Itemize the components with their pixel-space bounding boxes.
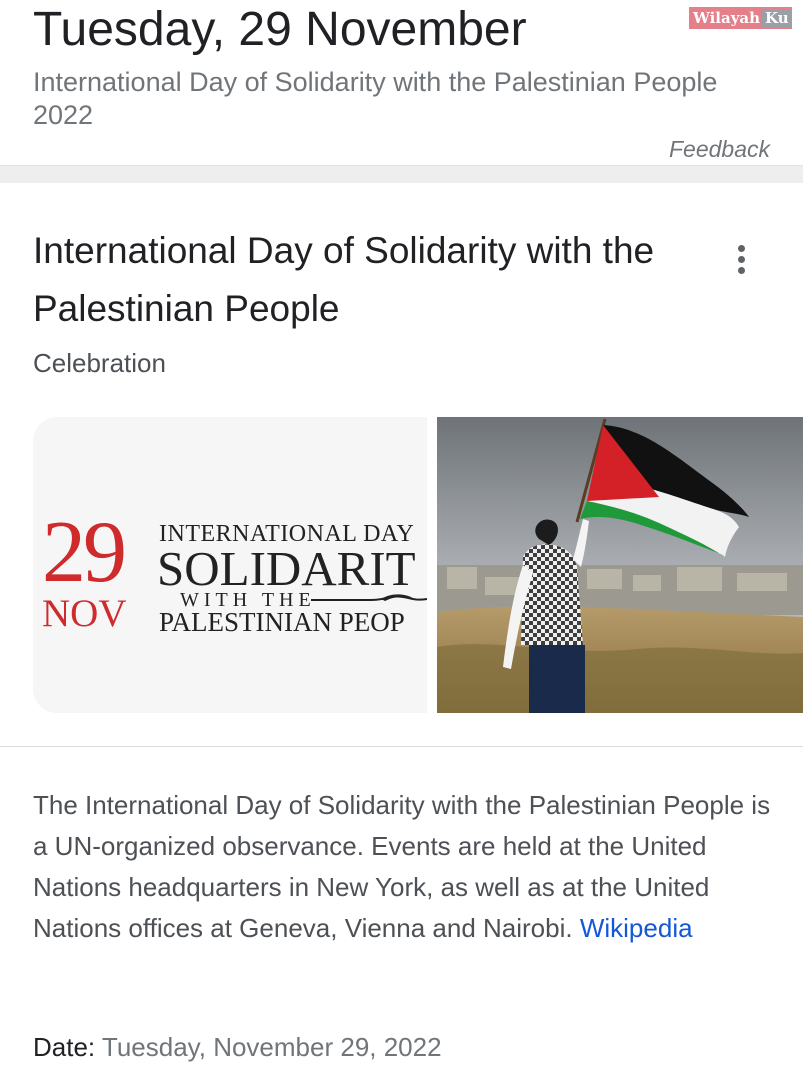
watermark-text-a: Wilayah	[693, 9, 761, 27]
poster-line-4: PALESTINIAN PEOP	[159, 607, 405, 637]
poster-line-2: SOLIDARIT	[157, 541, 416, 596]
feedback-link[interactable]: Feedback	[669, 134, 770, 164]
flag-photo-image[interactable]	[437, 417, 803, 713]
date-row: Date: Tuesday, November 29, 2022	[33, 1028, 442, 1066]
observance-name: International Day of Solidarity with the…	[33, 67, 718, 130]
more-vert-icon	[738, 245, 745, 252]
poster-month: NOV	[42, 592, 127, 635]
content-divider	[0, 746, 803, 747]
description-text: The International Day of Solidarity with…	[33, 785, 773, 949]
card-subtitle: Celebration	[33, 348, 166, 378]
poster-image[interactable]: 29 NOV INTERNATIONAL DAY SOLIDARIT WITH …	[33, 417, 427, 713]
wikipedia-link[interactable]: Wikipedia	[580, 913, 693, 943]
more-vert-icon-dot	[738, 256, 745, 263]
date-label: Date:	[33, 1032, 96, 1062]
poster-day: 29	[42, 504, 127, 601]
watermark-text-b: Ku	[762, 9, 792, 27]
section-divider	[0, 165, 803, 183]
date-header: Tuesday, 29 November Wilayah Ku Internati…	[0, 0, 803, 165]
more-vert-icon-dot	[738, 267, 745, 274]
card-title: International Day of Solidarity with the…	[33, 230, 655, 329]
date-heading: Tuesday, 29 November	[33, 3, 527, 56]
more-options-button[interactable]	[727, 243, 757, 277]
watermark-logo: Wilayah Ku	[689, 7, 792, 29]
poster-swoosh-decoration	[311, 594, 427, 601]
flag-photo-illustration	[437, 417, 803, 713]
date-value: Tuesday, November 29, 2022	[101, 1032, 442, 1062]
